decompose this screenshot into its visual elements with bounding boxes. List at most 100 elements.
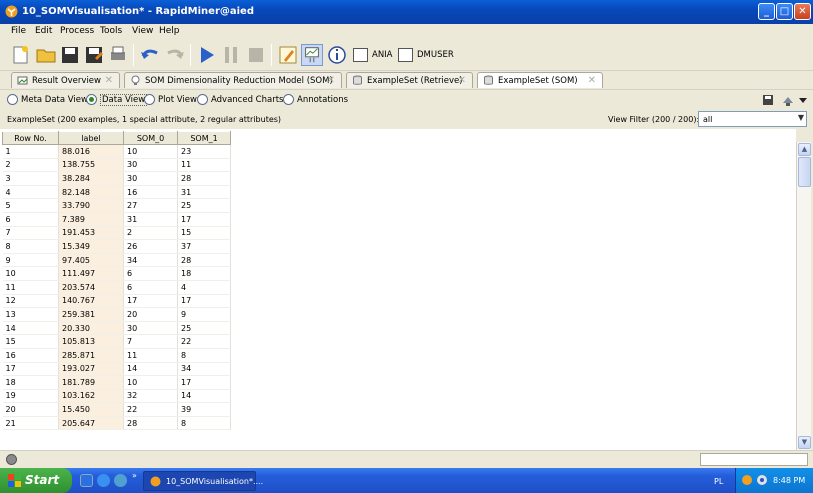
cell-label[interactable]: 203.574 bbox=[58, 280, 124, 295]
menu-process[interactable]: Process bbox=[60, 26, 94, 36]
save-view-icon[interactable] bbox=[762, 94, 774, 106]
cell-som0[interactable]: 32 bbox=[123, 389, 178, 404]
taskbar-item-rapidminer[interactable]: 10_SOMVisualisation*.... bbox=[143, 471, 263, 491]
minimize-button[interactable]: _ bbox=[758, 3, 775, 20]
table-row[interactable]: 20 15.450 22 39 bbox=[2, 402, 231, 417]
results-perspective-icon[interactable] bbox=[301, 44, 323, 66]
menu-file[interactable]: File bbox=[11, 26, 26, 36]
print-icon[interactable] bbox=[107, 44, 129, 66]
export-icon[interactable] bbox=[781, 93, 795, 107]
chevron-down-icon[interactable] bbox=[799, 98, 807, 104]
cell-som0[interactable]: 2 bbox=[123, 226, 178, 241]
cell-som1[interactable]: 34 bbox=[177, 362, 231, 377]
cell-som0[interactable]: 34 bbox=[123, 253, 178, 268]
radio-annotations[interactable] bbox=[283, 94, 294, 105]
tab-exampleset-som[interactable]: ExampleSet (SOM) ✕ bbox=[477, 72, 603, 88]
cell-label[interactable]: 15.349 bbox=[58, 239, 124, 254]
cell-som0[interactable]: 11 bbox=[123, 348, 178, 363]
data-view-label[interactable]: Data View bbox=[100, 94, 148, 106]
annotations-label[interactable]: Annotations bbox=[297, 95, 348, 105]
cell-label[interactable]: 38.284 bbox=[58, 171, 124, 186]
cell-label[interactable]: 193.027 bbox=[58, 362, 124, 377]
cell-row-no[interactable]: 9 bbox=[2, 253, 59, 268]
cell-row-no[interactable]: 12 bbox=[2, 294, 59, 309]
table-row[interactable]: 21 205.647 28 8 bbox=[2, 416, 231, 431]
cell-som1[interactable]: 14 bbox=[177, 389, 231, 404]
cell-row-no[interactable]: 14 bbox=[2, 321, 59, 336]
start-button[interactable]: Start bbox=[0, 468, 72, 493]
menu-view[interactable]: View bbox=[132, 26, 153, 36]
table-row[interactable]: 2 138.755 30 11 bbox=[2, 158, 231, 173]
close-icon[interactable]: ✕ bbox=[327, 75, 335, 86]
cell-som0[interactable]: 6 bbox=[123, 266, 178, 281]
new-file-icon[interactable] bbox=[9, 44, 31, 66]
undo-icon[interactable] bbox=[139, 44, 161, 66]
cell-som1[interactable]: 9 bbox=[177, 307, 231, 322]
cell-row-no[interactable]: 7 bbox=[2, 226, 59, 241]
column-header-label[interactable]: label bbox=[58, 131, 124, 145]
close-icon[interactable]: ✕ bbox=[105, 75, 113, 86]
menu-edit[interactable]: Edit bbox=[35, 26, 52, 36]
cell-label[interactable]: 138.755 bbox=[58, 158, 124, 173]
vertical-scrollbar[interactable]: ▲ ▼ bbox=[796, 142, 811, 450]
radio-data-view[interactable] bbox=[86, 94, 97, 105]
cell-row-no[interactable]: 15 bbox=[2, 334, 59, 349]
cell-som0[interactable]: 28 bbox=[123, 416, 178, 431]
scroll-down-icon[interactable]: ▼ bbox=[798, 436, 811, 449]
table-row[interactable]: 7 191.453 2 15 bbox=[2, 226, 231, 241]
chevron-down-icon[interactable]: ▼ bbox=[798, 113, 804, 122]
cell-som1[interactable]: 25 bbox=[177, 321, 231, 336]
cell-som1[interactable]: 28 bbox=[177, 171, 231, 186]
cell-som0[interactable]: 6 bbox=[123, 280, 178, 295]
cell-som0[interactable]: 26 bbox=[123, 239, 178, 254]
ania-checkbox[interactable] bbox=[353, 48, 368, 62]
column-header-som0[interactable]: SOM_0 bbox=[123, 131, 178, 145]
table-row[interactable]: 14 20.330 30 25 bbox=[2, 321, 231, 336]
tray-network-icon[interactable] bbox=[756, 474, 768, 486]
close-icon[interactable]: ✕ bbox=[458, 75, 466, 86]
cell-label[interactable]: 205.647 bbox=[58, 416, 124, 431]
cell-label[interactable]: 33.790 bbox=[58, 198, 124, 213]
cell-som1[interactable]: 31 bbox=[177, 185, 231, 200]
cell-som0[interactable]: 7 bbox=[123, 334, 178, 349]
cell-label[interactable]: 111.497 bbox=[58, 266, 124, 281]
cell-som0[interactable]: 10 bbox=[123, 144, 178, 159]
cell-label[interactable]: 191.453 bbox=[58, 226, 124, 241]
redo-icon[interactable] bbox=[164, 44, 186, 66]
cell-som0[interactable]: 31 bbox=[123, 212, 178, 227]
open-folder-icon[interactable] bbox=[35, 44, 57, 66]
cell-som1[interactable]: 39 bbox=[177, 402, 231, 417]
quicklaunch-expand-icon[interactable]: » bbox=[132, 471, 137, 480]
cell-row-no[interactable]: 8 bbox=[2, 239, 59, 254]
cell-som0[interactable]: 14 bbox=[123, 362, 178, 377]
plot-view-label[interactable]: Plot View bbox=[158, 95, 197, 105]
tab-exampleset-retrieve[interactable]: ExampleSet (Retrieve) ✕ bbox=[346, 72, 473, 88]
cell-row-no[interactable]: 1 bbox=[2, 144, 59, 159]
cell-label[interactable]: 7.389 bbox=[58, 212, 124, 227]
dmuser-checkbox[interactable] bbox=[398, 48, 413, 62]
table-row[interactable]: 19 103.162 32 14 bbox=[2, 389, 231, 404]
cell-som1[interactable]: 8 bbox=[177, 416, 231, 431]
menu-tools[interactable]: Tools bbox=[100, 26, 122, 36]
table-row[interactable]: 4 82.148 16 31 bbox=[2, 185, 231, 200]
cell-som1[interactable]: 28 bbox=[177, 253, 231, 268]
menu-help[interactable]: Help bbox=[159, 26, 180, 36]
cell-som1[interactable]: 18 bbox=[177, 266, 231, 281]
cell-som1[interactable]: 15 bbox=[177, 226, 231, 241]
table-row[interactable]: 8 15.349 26 37 bbox=[2, 239, 231, 254]
radio-plot-view[interactable] bbox=[144, 94, 155, 105]
cell-som1[interactable]: 11 bbox=[177, 158, 231, 173]
cell-som0[interactable]: 10 bbox=[123, 375, 178, 390]
cell-row-no[interactable]: 20 bbox=[2, 402, 59, 417]
quicklaunch-desktop-icon[interactable] bbox=[80, 474, 93, 487]
tray-app-icon[interactable] bbox=[741, 474, 753, 486]
stop-icon[interactable] bbox=[245, 44, 267, 66]
cell-som1[interactable]: 17 bbox=[177, 212, 231, 227]
cell-label[interactable]: 82.148 bbox=[58, 185, 124, 200]
cell-label[interactable]: 181.789 bbox=[58, 375, 124, 390]
cell-som1[interactable]: 4 bbox=[177, 280, 231, 295]
language-indicator[interactable]: PL bbox=[714, 477, 723, 486]
cell-row-no[interactable]: 4 bbox=[2, 185, 59, 200]
cell-row-no[interactable]: 3 bbox=[2, 171, 59, 186]
scroll-up-icon[interactable]: ▲ bbox=[798, 143, 811, 156]
